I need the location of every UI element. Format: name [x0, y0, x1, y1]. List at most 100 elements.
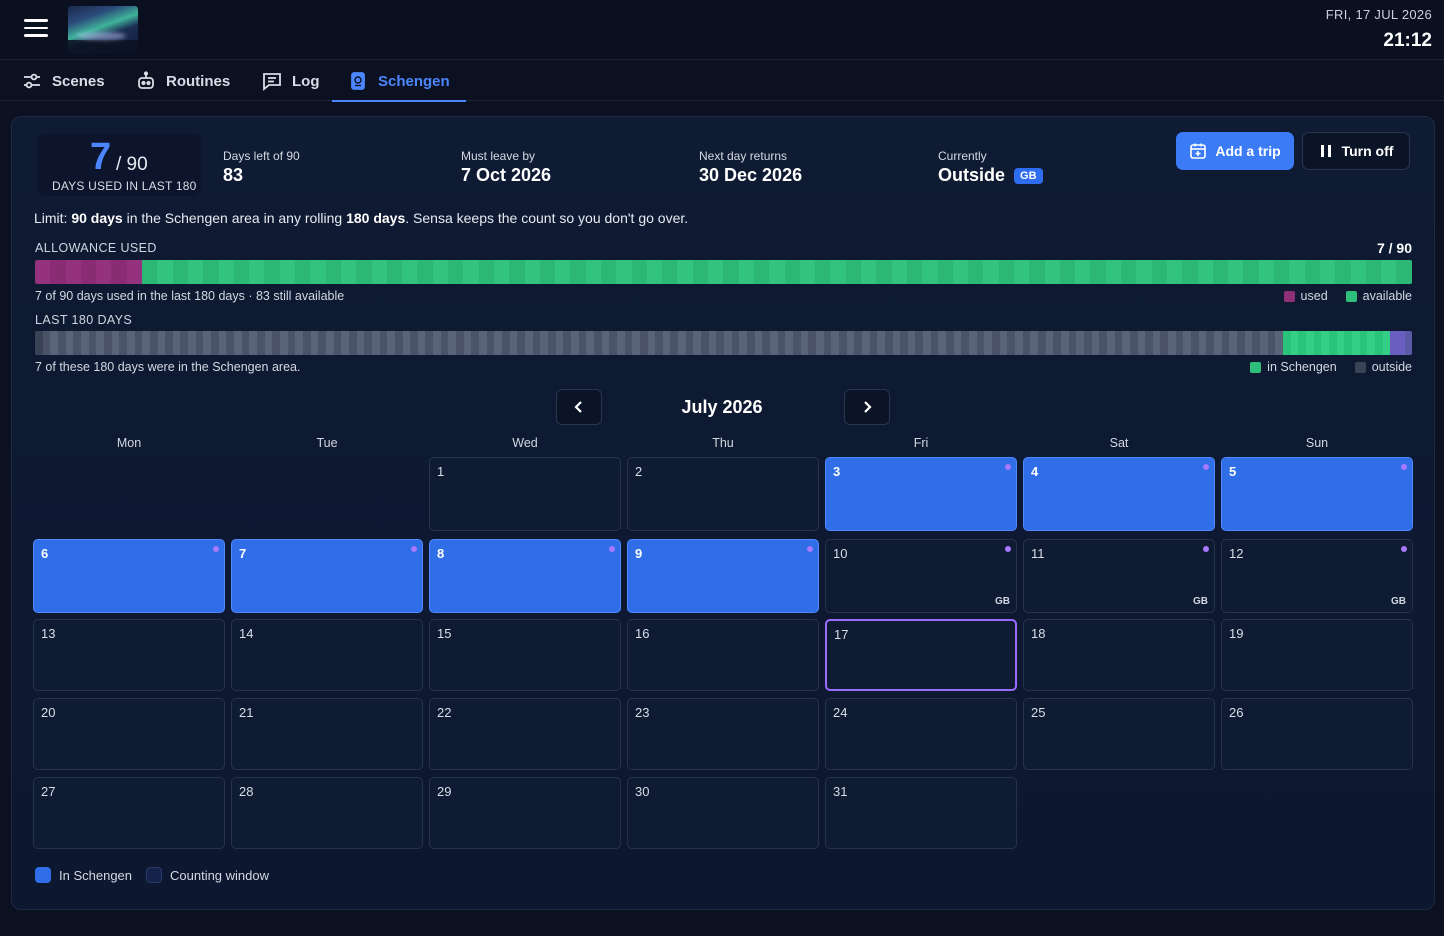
day-segment-outside: [1198, 331, 1207, 355]
wallpaper-thumbnail[interactable]: [68, 6, 138, 54]
tab-schengen[interactable]: Schengen: [332, 61, 466, 102]
calendar-day[interactable]: 31: [825, 777, 1017, 849]
allowance-available-segment: [983, 260, 999, 284]
menu-icon[interactable]: [24, 19, 48, 39]
calendar-day[interactable]: 30: [627, 777, 819, 849]
day-segment-outside: [1260, 331, 1268, 355]
next-return-label: Next day returns: [699, 149, 788, 163]
calendar-day[interactable]: 12 GB: [1221, 539, 1413, 613]
day-segment-outside: [1252, 331, 1260, 355]
day-segment-outside: [387, 331, 395, 355]
day-segment-outside: [272, 331, 280, 355]
day-segment-outside: [425, 331, 434, 355]
calendar-day[interactable]: 23: [627, 698, 819, 770]
day-segment-outside: [341, 331, 349, 355]
day-segment-outside: [241, 331, 250, 355]
allowance-available-segment: [799, 260, 816, 284]
prev-month-button[interactable]: [556, 389, 602, 425]
calendar-day[interactable]: 17: [825, 619, 1017, 691]
day-segment-outside: [800, 331, 809, 355]
calendar-day[interactable]: 19: [1221, 619, 1413, 691]
calendar-day[interactable]: 26: [1221, 698, 1413, 770]
day-segment-in-schengen: [1313, 331, 1322, 355]
add-trip-button[interactable]: Add a trip: [1176, 132, 1294, 170]
calendar-day[interactable]: 2: [627, 457, 819, 531]
day-segment-outside: [1160, 331, 1169, 355]
calendar-day[interactable]: 27: [33, 777, 225, 849]
day-segment-outside: [1183, 331, 1192, 355]
calendar-day[interactable]: 21: [231, 698, 423, 770]
next-month-button[interactable]: [844, 389, 890, 425]
calendar-day[interactable]: 15: [429, 619, 621, 691]
day-segment-outside: [126, 331, 135, 355]
day-segment-in-schengen: [1298, 331, 1306, 355]
calendar-day[interactable]: 5: [1221, 457, 1413, 531]
allowance-available-segment: [1182, 260, 1198, 284]
day-segment-outside: [333, 331, 342, 355]
calendar-day[interactable]: 18: [1023, 619, 1215, 691]
calendar-day[interactable]: 3: [825, 457, 1017, 531]
legend-available-label: available: [1362, 289, 1412, 303]
calendar-day[interactable]: 16: [627, 619, 819, 691]
tab-log[interactable]: Log: [262, 61, 320, 101]
day-number: 13: [41, 626, 56, 641]
allowance-used-segment: [111, 260, 127, 284]
allowance-available-segment: [723, 260, 739, 284]
calendar-day[interactable]: 8: [429, 539, 621, 613]
day-number: 2: [635, 464, 643, 479]
calendar-day[interactable]: 7: [231, 539, 423, 613]
allowance-available-segment: [784, 260, 800, 284]
calendar-day[interactable]: 4: [1023, 457, 1215, 531]
last180-bar: [35, 331, 1412, 355]
weekday-mon: Mon: [116, 436, 142, 450]
day-segment-outside: [1244, 331, 1253, 355]
allowance-caption: 7 of 90 days used in the last 180 days ·…: [35, 289, 345, 303]
day-segment-window: [1397, 331, 1406, 355]
allowance-available-segment: [1197, 260, 1213, 284]
allowance-value: 7 / 90: [1376, 240, 1412, 256]
robot-icon: [138, 71, 154, 89]
day-segment-outside: [892, 331, 901, 355]
calendar-day[interactable]: 22: [429, 698, 621, 770]
tab-routines[interactable]: Routines: [136, 61, 230, 101]
calendar-day[interactable]: 14: [231, 619, 423, 691]
calendar-day[interactable]: 24: [825, 698, 1017, 770]
calendar-day[interactable]: 11 GB: [1023, 539, 1215, 613]
day-number: 19: [1229, 626, 1244, 641]
allowance-available-segment: [172, 260, 188, 284]
calendar-day[interactable]: 1: [429, 457, 621, 531]
message-icon: [263, 73, 281, 91]
day-segment-outside: [479, 331, 487, 355]
tab-scenes[interactable]: Scenes: [22, 61, 105, 101]
available-swatch: [1345, 290, 1357, 302]
day-country-code: GB: [995, 596, 1010, 607]
calendar-day[interactable]: 13: [33, 619, 225, 691]
turn-off-button[interactable]: Turn off: [1302, 132, 1410, 170]
weekday-tue: Tue: [316, 436, 338, 450]
allowance-available-segment: [463, 260, 479, 284]
calendar-day[interactable]: 9: [627, 539, 819, 613]
day-segment-outside: [188, 331, 196, 355]
month-title: July 2026: [681, 397, 763, 417]
calendar-day[interactable]: 29: [429, 777, 621, 849]
allowance-available-segment: [952, 260, 969, 284]
day-segment-outside: [134, 331, 143, 355]
allowance-available-segment: [1044, 260, 1060, 284]
day-segment-outside: [808, 331, 816, 355]
day-segment-outside: [655, 331, 663, 355]
calendar-day[interactable]: 6: [33, 539, 225, 613]
day-segment-outside: [1137, 331, 1146, 355]
day-segment-outside: [701, 331, 709, 355]
calendar-day[interactable]: 10 GB: [825, 539, 1017, 613]
day-segment-outside: [96, 331, 104, 355]
day-segment-outside: [448, 331, 457, 355]
day-segment-outside: [249, 331, 258, 355]
day-segment-outside: [685, 331, 694, 355]
calendar-day[interactable]: 28: [231, 777, 423, 849]
calendar-day[interactable]: 25: [1023, 698, 1215, 770]
day-segment-outside: [111, 331, 120, 355]
calendar-day[interactable]: 20: [33, 698, 225, 770]
day-segment-in-schengen: [1382, 331, 1391, 355]
day-segment-in-schengen: [1367, 331, 1375, 355]
trip-dot-icon: [1005, 546, 1011, 552]
